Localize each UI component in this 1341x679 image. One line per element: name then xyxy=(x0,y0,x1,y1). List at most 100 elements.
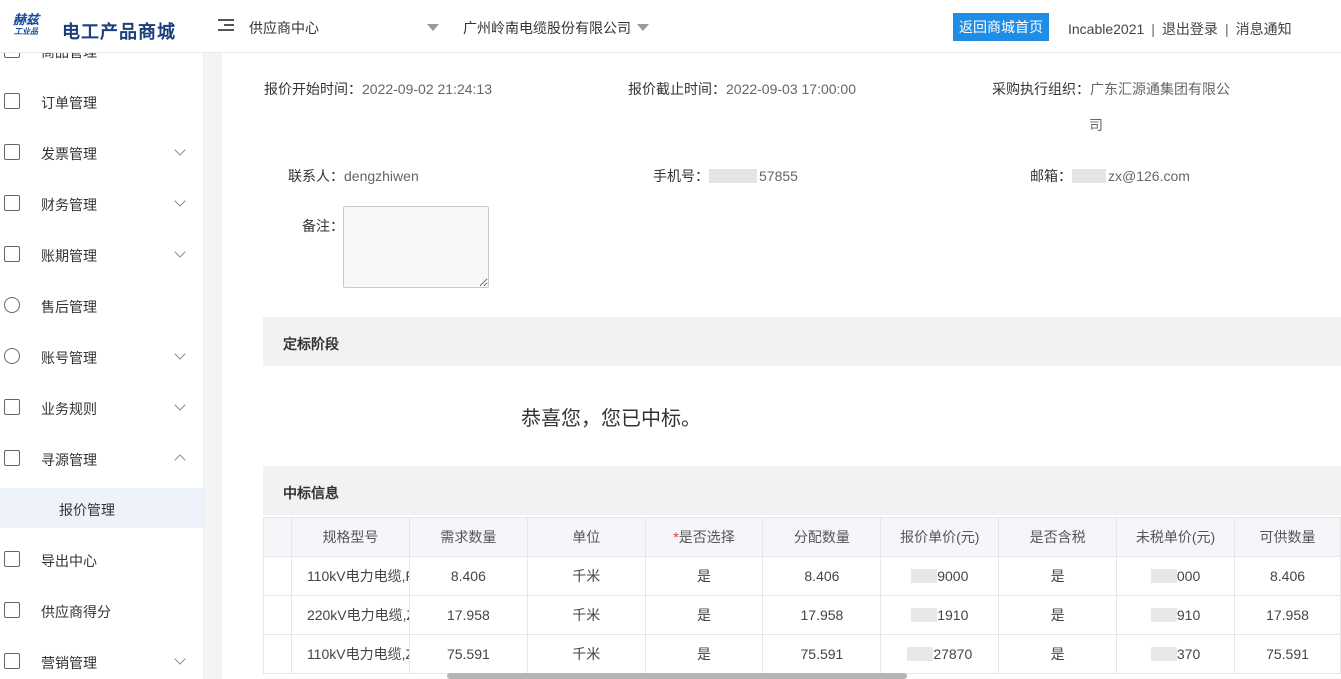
contact-person: 联系人：dengzhiwen xyxy=(288,166,419,186)
chevron-down-icon xyxy=(174,653,186,665)
table-cell xyxy=(263,556,292,596)
purchasing-org-wrap: 司 xyxy=(1089,117,1103,133)
username-link[interactable]: Incable2021 xyxy=(1068,21,1144,37)
logo-line1: 赫兹 xyxy=(12,12,39,27)
company-select-value: 广州岭南电缆股份有限公司 xyxy=(463,20,631,36)
table-cell: 000 xyxy=(1116,556,1236,596)
table-cell: 75.591 xyxy=(762,634,882,674)
notifications-link[interactable]: 消息通知 xyxy=(1236,21,1292,37)
invoice-icon xyxy=(4,144,20,160)
horizontal-scrollbar[interactable] xyxy=(447,673,907,679)
table-cell: 8.406 xyxy=(1234,556,1341,596)
back-to-mall-button[interactable]: 返回商城首页 xyxy=(953,13,1049,41)
main-content: 报价开始时间：2022-09-02 21:24:13 报价截止时间：2022-0… xyxy=(204,53,1341,679)
goods-icon xyxy=(4,53,20,58)
user-icon xyxy=(4,348,20,364)
table-cell: 千米 xyxy=(526,595,646,635)
table-cell: 910 xyxy=(1116,595,1236,635)
company-select[interactable]: 广州岭南电缆股份有限公司 xyxy=(463,18,653,38)
sidebar-item-label: 账期管理 xyxy=(41,248,97,264)
sidebar-item-goods[interactable]: 商品管理 xyxy=(0,53,203,77)
field-label: 邮箱： xyxy=(1030,168,1072,184)
chevron-down-icon xyxy=(174,246,186,258)
field-value: 广东汇源通集团有限公 xyxy=(1090,81,1230,97)
chevron-down-icon xyxy=(174,399,186,411)
sidebar-item-sourcing[interactable]: 寻源管理 xyxy=(0,434,203,485)
sidebar-item-billing-period[interactable]: 账期管理 xyxy=(0,230,203,281)
table-cell: 27870 xyxy=(880,634,1000,674)
finance-icon xyxy=(4,195,20,211)
quote-end-time: 报价截止时间：2022-09-03 17:00:00 xyxy=(628,79,856,99)
caret-down-icon xyxy=(637,24,649,31)
quote-start-time: 报价开始时间：2022-09-02 21:24:13 xyxy=(264,79,492,99)
table-cell: 千米 xyxy=(526,634,646,674)
table-cell: 17.958 xyxy=(762,595,882,635)
table-cell: 是 xyxy=(998,634,1118,674)
table-header-cell: 需求数量 xyxy=(408,517,528,557)
headset-icon xyxy=(4,297,20,313)
table-cell: 8.406 xyxy=(762,556,882,596)
table-cell: 千米 xyxy=(526,556,646,596)
redacted-mask xyxy=(1150,569,1177,583)
separator: | xyxy=(1224,21,1229,37)
sidebar-item-orders[interactable]: 订单管理 xyxy=(0,77,203,128)
logo-mark: 赫兹 工业品 xyxy=(8,13,44,41)
table-header-cell: 单位 xyxy=(526,517,646,557)
table-cell: 370 xyxy=(1116,634,1236,674)
redacted-mask xyxy=(907,647,934,661)
sidebar-item-after-sales[interactable]: 售后管理 xyxy=(0,281,203,332)
field-label: 报价截止时间： xyxy=(628,81,726,97)
field-label: 联系人： xyxy=(288,168,344,184)
sidebar-item-accounts[interactable]: 账号管理 xyxy=(0,332,203,383)
table-header-cell: 可供数量 xyxy=(1234,517,1341,557)
sidebar-item-label: 商品管理 xyxy=(41,53,97,62)
sliders-icon xyxy=(4,399,20,415)
table-cell: 1910 xyxy=(880,595,1000,635)
sidebar-item-label: 订单管理 xyxy=(41,95,97,111)
table-cell: 110kV电力电缆,F xyxy=(290,556,410,596)
separator: | xyxy=(1151,21,1155,37)
table-row: 220kV电力电缆,Z 17.958 千米 是 17.958 1910 是 91… xyxy=(263,595,1341,635)
sidebar-item-invoices[interactable]: 发票管理 xyxy=(0,128,203,179)
sidebar-item-export-center[interactable]: 导出中心 xyxy=(0,535,203,586)
win-info-table: 规格型号 需求数量 单位 *是否选择 分配数量 报价单价(元) 是否含税 未税单… xyxy=(263,517,1341,674)
sidebar-subitem-quote-management[interactable]: 报价管理 xyxy=(0,488,203,528)
cell-value: 9000 xyxy=(937,568,969,584)
table-cell: 是 xyxy=(644,556,764,596)
site-title: 电工产品商城 xyxy=(62,22,176,42)
table-cell: 是 xyxy=(998,556,1118,596)
sidebar-item-business-rules[interactable]: 业务规则 xyxy=(0,383,203,434)
sidebar-item-label: 导出中心 xyxy=(41,553,97,569)
table-header-cell xyxy=(263,517,292,557)
purchasing-org: 采购执行组织：广东汇源通集团有限公 xyxy=(992,79,1230,99)
remark-textarea[interactable] xyxy=(343,206,489,288)
menu-toggle-icon[interactable] xyxy=(218,19,234,33)
redacted-mask xyxy=(911,608,938,622)
table-cell: 75.591 xyxy=(1234,634,1341,674)
center-select[interactable]: 供应商中心 xyxy=(249,18,444,38)
cell-value: 370 xyxy=(1176,646,1201,662)
chevron-down-icon xyxy=(174,195,186,207)
logout-link[interactable]: 退出登录 xyxy=(1162,21,1218,37)
cell-value: 27870 xyxy=(933,646,973,662)
logo[interactable]: 赫兹 工业品 电工产品商城 xyxy=(0,0,204,53)
table-cell: 是 xyxy=(644,634,764,674)
top-links: Incable2021 | 退出登录 | 消息通知 xyxy=(1068,19,1292,39)
redacted-mask xyxy=(1150,647,1177,661)
table-cell: 17.958 xyxy=(1234,595,1341,635)
table-cell: 8.406 xyxy=(408,556,528,596)
sidebar-item-label: 发票管理 xyxy=(41,146,97,162)
table-row: 110kV电力电缆,F 8.406 千米 是 8.406 9000 是 000 … xyxy=(263,556,1341,596)
table-cell: 220kV电力电缆,Z xyxy=(290,595,410,635)
chevron-down-icon xyxy=(174,144,186,156)
sidebar-item-marketing[interactable]: 营销管理 xyxy=(0,637,203,679)
redacted-mask xyxy=(1072,169,1106,183)
section-title: 中标信息 xyxy=(283,485,339,501)
sidebar-item-supplier-score[interactable]: 供应商得分 xyxy=(0,586,203,637)
sidebar-item-label: 供应商得分 xyxy=(41,604,111,620)
award-section-header: 定标阶段 xyxy=(263,317,1341,366)
sourcing-icon xyxy=(4,450,20,466)
sidebar-item-finance[interactable]: 财务管理 xyxy=(0,179,203,230)
table-header-cell: 未税单价(元) xyxy=(1116,517,1236,557)
remark-label: 备注： xyxy=(302,218,344,234)
